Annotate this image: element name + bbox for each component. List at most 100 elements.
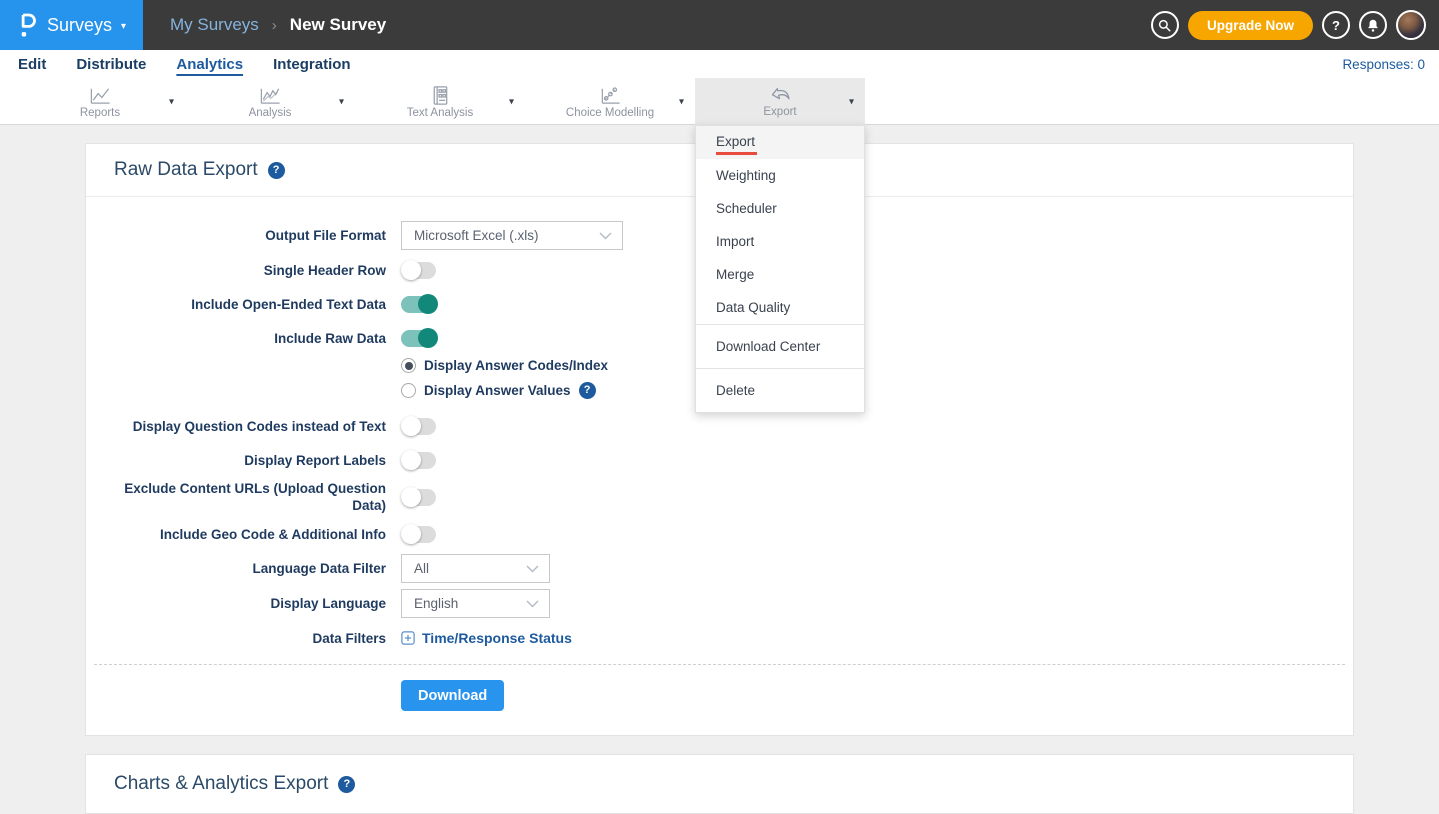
include-open-ended-toggle[interactable] (401, 296, 436, 313)
breadcrumb-current: New Survey (290, 15, 386, 35)
help-icon[interactable]: ? (268, 162, 285, 179)
help-button[interactable]: ? (1322, 11, 1350, 39)
form-row: Include Geo Code & Additional Info (114, 520, 1325, 548)
upgrade-now-button[interactable]: Upgrade Now (1188, 11, 1313, 40)
field-label: Single Header Row (114, 262, 386, 279)
brand-label: Surveys (47, 15, 112, 36)
chevron-down-icon (526, 600, 539, 608)
field-label: Display Language (114, 595, 386, 612)
topbar: Surveys ▾ My Surveys › New Survey Upgrad… (0, 0, 1439, 50)
chevron-down-icon: ▾ (121, 21, 126, 32)
toggle-knob (401, 450, 421, 470)
language-data-filter-select[interactable]: All (401, 554, 550, 583)
field-label: Display Report Labels (114, 452, 386, 469)
field-label: Include Raw Data (114, 330, 386, 347)
form-row: Display Report Labels (114, 446, 1325, 474)
toolbar-item-export[interactable]: Export ▾ Export Weighting Scheduler Impo… (695, 78, 865, 125)
chevron-down-icon[interactable]: ▾ (169, 96, 174, 107)
radio-icon (401, 358, 416, 373)
form-row: Language Data Filter All (114, 554, 1325, 583)
section-title: Charts & Analytics Export (114, 773, 328, 795)
tab-distribute[interactable]: Distribute (76, 57, 146, 72)
display-question-codes-toggle[interactable] (401, 418, 436, 435)
toggle-knob (418, 294, 438, 314)
chevron-down-icon[interactable]: ▾ (339, 96, 344, 107)
help-icon[interactable]: ? (338, 776, 355, 793)
toggle-knob (418, 328, 438, 348)
toolbar-item-choice-modelling[interactable]: Choice Modelling ▾ (525, 78, 695, 125)
download-button[interactable]: Download (401, 680, 504, 711)
questionpro-logo (17, 12, 38, 39)
display-answer-codes-radio[interactable]: Display Answer Codes/Index (401, 358, 608, 373)
exclude-content-urls-toggle[interactable] (401, 489, 436, 506)
display-report-labels-toggle[interactable] (401, 452, 436, 469)
charts-analytics-export-panel: Charts & Analytics Export ? (85, 754, 1354, 814)
export-arrow-icon (768, 84, 793, 106)
form-row: Exclude Content URLs (Upload Question Da… (114, 480, 1325, 514)
question-mark-icon: ? (1332, 18, 1340, 33)
notifications-button[interactable] (1359, 11, 1387, 39)
breadcrumb-my-surveys[interactable]: My Surveys (170, 15, 259, 35)
field-label: Exclude Content URLs (Upload Question Da… (114, 480, 386, 514)
avatar[interactable] (1396, 10, 1426, 40)
field-label: Include Geo Code & Additional Info (114, 526, 386, 543)
form-row: Display Language English (114, 589, 1325, 618)
topbar-actions: Upgrade Now ? (1151, 10, 1439, 40)
search-button[interactable] (1151, 11, 1179, 39)
chevron-down-icon[interactable]: ▾ (849, 96, 854, 107)
menu-item-scheduler[interactable]: Scheduler (696, 192, 864, 225)
tab-edit[interactable]: Edit (18, 57, 46, 72)
display-answer-values-radio[interactable]: Display Answer Values ? (401, 382, 608, 399)
menu-item-weighting[interactable]: Weighting (696, 159, 864, 192)
toolbar-item-label: Reports (80, 108, 120, 120)
menu-item-delete[interactable]: Delete (696, 368, 864, 412)
field-label: Output File Format (114, 227, 386, 244)
menu-item-download-center[interactable]: Download Center (696, 324, 864, 368)
toolbar-item-reports[interactable]: Reports ▾ (15, 78, 185, 125)
menu-item-export[interactable]: Export (696, 126, 864, 159)
brand-surveys-menu[interactable]: Surveys ▾ (0, 0, 143, 50)
tab-analytics[interactable]: Analytics (176, 57, 243, 72)
chevron-down-icon (526, 565, 539, 573)
trend-lines-icon (257, 84, 283, 107)
chevron-down-icon[interactable]: ▾ (509, 96, 514, 107)
include-geo-code-toggle[interactable] (401, 526, 436, 543)
output-file-format-select[interactable]: Microsoft Excel (.xls) (401, 221, 623, 250)
scatter-plot-icon (597, 84, 623, 107)
field-label: Language Data Filter (114, 560, 386, 577)
responses-count: Responses: 0 (1342, 57, 1439, 72)
survey-nav: Edit Distribute Analytics Integration Re… (0, 50, 1439, 78)
menu-item-data-quality[interactable]: Data Quality (696, 291, 864, 324)
help-icon[interactable]: ? (579, 382, 596, 399)
radio-icon (401, 383, 416, 398)
form-row: Data Filters Time/Response Status (114, 624, 1325, 652)
plus-square-icon (401, 631, 415, 645)
search-icon (1157, 18, 1172, 33)
toolbar-item-label: Text Analysis (407, 108, 473, 120)
tab-integration[interactable]: Integration (273, 57, 351, 72)
time-response-status-link[interactable]: Time/Response Status (401, 630, 572, 646)
single-header-row-toggle[interactable] (401, 262, 436, 279)
include-raw-data-toggle[interactable] (401, 330, 436, 347)
field-label: Display Question Codes instead of Text (114, 418, 386, 435)
toggle-knob (401, 487, 421, 507)
export-dropdown-menu: Export Weighting Scheduler Import Merge … (695, 125, 865, 413)
bell-icon (1366, 18, 1380, 33)
chevron-down-icon[interactable]: ▾ (679, 96, 684, 107)
toolbar-item-analysis[interactable]: Analysis ▾ (185, 78, 355, 125)
field-label: Include Open-Ended Text Data (114, 296, 386, 313)
chevron-down-icon (599, 232, 612, 240)
toggle-knob (401, 260, 421, 280)
toolbar-item-text-analysis[interactable]: Text Analysis ▾ (355, 78, 525, 125)
section-divider (94, 664, 1345, 665)
charts-analytics-export-header: Charts & Analytics Export ? (86, 755, 1353, 813)
toggle-knob (401, 416, 421, 436)
display-language-select[interactable]: English (401, 589, 550, 618)
line-chart-icon (87, 84, 113, 107)
toolbar-item-label: Choice Modelling (566, 108, 654, 120)
menu-item-merge[interactable]: Merge (696, 258, 864, 291)
page-title: Raw Data Export (114, 159, 258, 181)
form-row: Display Question Codes instead of Text (114, 412, 1325, 440)
menu-item-import[interactable]: Import (696, 225, 864, 258)
field-label: Data Filters (114, 630, 386, 647)
